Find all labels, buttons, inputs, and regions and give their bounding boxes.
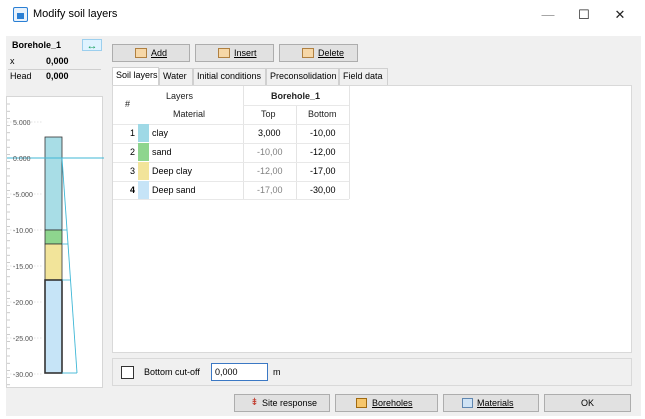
row-number: 3 — [129, 166, 135, 176]
minimize-button[interactable]: — — [530, 4, 566, 26]
delete-label: Delete — [318, 48, 345, 58]
bottom-cell[interactable]: -17,00 — [310, 162, 336, 180]
divider — [8, 69, 101, 70]
site-response-icon: ⇟ — [250, 397, 259, 408]
grid-divider — [296, 106, 297, 199]
ok-label: OK — [580, 398, 594, 408]
profile-svg: 5.000 0.000 -5.000 -10.00 -15.00 -20.00 -25.00… — [7, 103, 104, 386]
x-value[interactable]: 0,000 — [46, 56, 69, 66]
scale-tick-label: -30.00 — [13, 372, 33, 379]
col-hash-header: # — [125, 99, 131, 109]
scale-tick-label: -20.00 — [13, 300, 33, 307]
layer-deep-sand — [44, 279, 63, 374]
app-icon — [13, 7, 28, 22]
material-color-swatch[interactable] — [138, 143, 149, 161]
scale-tick-labels: 5.000 0.000 -5.000 -10.00 -15.00 -20.00 -25.00… — [13, 120, 33, 379]
ok-button[interactable]: OK — [544, 394, 631, 412]
borehole-profile: 5.000 0.000 -5.000 -10.00 -15.00 -20.00 -25.00… — [6, 96, 104, 388]
top-cell: -12,00 — [257, 166, 283, 176]
material-color-swatch[interactable] — [138, 181, 149, 199]
scale-tick-label: -25.00 — [13, 336, 33, 343]
pressure-line — [61, 157, 78, 374]
scale-minor-ticks — [7, 103, 10, 386]
top-cell: -17,00 — [257, 185, 283, 195]
bottom-cell[interactable]: -12,00 — [310, 143, 336, 161]
site-response-button[interactable]: ⇟ Site response — [234, 394, 330, 412]
borehole-name: Borehole_1 — [12, 40, 62, 50]
tab-preconsolidation[interactable]: Preconsolidation — [266, 68, 339, 85]
boreholes-icon — [356, 398, 367, 408]
insert-label: Insert — [234, 48, 257, 58]
grid-divider — [349, 86, 350, 199]
scale-tick-label: -15.00 — [13, 264, 33, 271]
title-bar: Modify soil layers — ☐ ✕ — [0, 0, 645, 30]
tab-initial-conditions[interactable]: Initial conditions — [193, 68, 266, 85]
boreholes-label: Boreholes — [372, 398, 413, 408]
col-top-header: Top — [261, 109, 276, 119]
delete-layer-icon — [302, 48, 314, 58]
boreholes-button[interactable]: Boreholes — [335, 394, 438, 412]
head-row: Head 0,000 — [8, 71, 103, 83]
scale-tick-label: -5.000 — [13, 192, 33, 199]
materials-label: Materials — [477, 398, 514, 408]
top-cell: -10,00 — [257, 147, 283, 157]
bottom-cutoff-checkbox[interactable] — [121, 366, 134, 379]
site-response-label: Site response — [262, 398, 318, 408]
materials-icon — [462, 398, 473, 408]
delete-button[interactable]: Delete — [279, 44, 358, 62]
scale-tick-label: 5.000 — [13, 120, 31, 127]
material-cell[interactable]: Deep clay — [152, 162, 192, 180]
bottom-cutoff-bar: Bottom cut-off 0,000 m — [112, 358, 632, 386]
layer-clay — [44, 136, 63, 231]
col-layers-header: Layers — [166, 91, 194, 101]
bottom-cell[interactable]: -30,00 — [310, 181, 336, 199]
material-cell[interactable]: sand — [152, 143, 172, 161]
head-value[interactable]: 0,000 — [46, 71, 69, 81]
layer-deep-clay — [44, 243, 63, 281]
scale-tick-label: 0.000 — [13, 156, 31, 163]
switch-borehole-icon[interactable]: ↔ — [82, 39, 102, 52]
material-color-swatch[interactable] — [138, 162, 149, 180]
insert-button[interactable]: Insert — [195, 44, 274, 62]
soil-layers-panel — [112, 85, 632, 353]
grid-divider — [113, 199, 349, 200]
add-label: Add — [151, 48, 168, 58]
tab-soil-layers[interactable]: Soil layers — [112, 67, 159, 85]
col-bottom-header: Bottom — [308, 109, 337, 119]
pressure-steps — [62, 229, 71, 281]
bottom-cutoff-input[interactable]: 0,000 — [211, 363, 268, 381]
top-cell[interactable]: 3,000 — [258, 124, 281, 142]
bottom-cutoff-label: Bottom cut-off — [144, 367, 200, 377]
borehole-header: Borehole_1 ↔ x 0,000 Head 0,000 — [6, 36, 103, 84]
insert-layer-icon — [218, 48, 230, 58]
maximize-button[interactable]: ☐ — [566, 4, 602, 26]
head-label: Head — [10, 71, 32, 81]
window-title: Modify soil layers — [33, 8, 118, 20]
add-layer-icon — [135, 48, 147, 58]
bottom-cutoff-unit: m — [273, 367, 281, 377]
add-button[interactable]: Add — [112, 44, 190, 62]
row-number: 1 — [129, 128, 135, 138]
col-material-header: Material — [173, 109, 206, 119]
material-cell[interactable]: clay — [152, 124, 168, 142]
layer-sand — [44, 229, 63, 245]
x-row: x 0,000 — [8, 56, 103, 68]
tab-field-data[interactable]: Field data — [339, 68, 388, 85]
material-cell[interactable]: Deep sand — [152, 181, 196, 199]
scale-tick-label: -10.00 — [13, 228, 33, 235]
materials-button[interactable]: Materials — [443, 394, 539, 412]
x-label: x — [10, 56, 15, 66]
grid-divider — [243, 105, 349, 106]
close-button[interactable]: ✕ — [602, 4, 638, 26]
bottom-cell[interactable]: -10,00 — [310, 124, 336, 142]
row-number: 2 — [129, 147, 135, 157]
col-borehole-header: Borehole_1 — [271, 91, 321, 101]
tab-water[interactable]: Water — [159, 68, 193, 85]
material-color-swatch[interactable] — [138, 124, 149, 142]
row-number: 4 — [129, 185, 135, 195]
